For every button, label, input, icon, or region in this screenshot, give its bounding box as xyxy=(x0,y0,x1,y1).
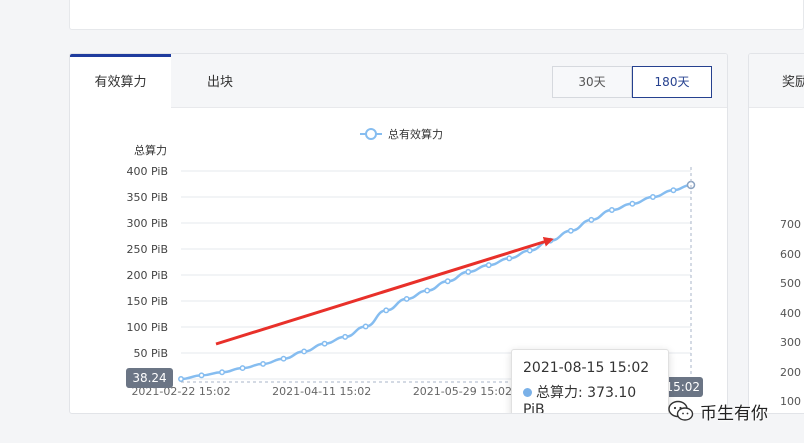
tab-effective-power[interactable]: 有效算力 xyxy=(70,54,171,109)
data-point[interactable] xyxy=(321,340,328,347)
legend-label: 总有效算力 xyxy=(388,127,443,141)
y-tick-label: 300 PiB xyxy=(127,217,169,230)
data-point[interactable] xyxy=(444,278,451,285)
data-point[interactable] xyxy=(219,369,225,376)
range-180d-button[interactable]: 180天 xyxy=(632,66,712,98)
watermark: 币生有你 xyxy=(668,396,768,426)
chart-legend[interactable]: 总有效算力 xyxy=(360,127,443,141)
x-tick-label: 2021-04-11 15:02 xyxy=(272,385,371,398)
y-tick-label: 250 PiB xyxy=(127,243,169,256)
data-point[interactable] xyxy=(506,255,513,262)
legend-marker-icon xyxy=(365,128,377,140)
data-point[interactable] xyxy=(280,355,287,362)
y-tick-label: 200 PiB xyxy=(127,269,169,282)
reward-y-tick: 600 xyxy=(780,248,801,261)
data-point[interactable] xyxy=(342,333,349,340)
data-point[interactable] xyxy=(608,207,615,213)
data-point[interactable] xyxy=(649,194,656,200)
reward-y-axis: 700 600 500 400 300 200 100 0 xyxy=(749,109,804,409)
data-point[interactable] xyxy=(260,360,267,367)
reward-chart-card: 奖励 700 600 500 400 300 200 100 0 xyxy=(748,53,804,414)
range-30d-button[interactable]: 30天 xyxy=(552,66,632,98)
data-point[interactable] xyxy=(403,295,410,302)
tooltip-row: 总算力: 373.10 PiB xyxy=(523,382,657,413)
wechat-icon xyxy=(668,400,694,421)
data-point[interactable] xyxy=(465,268,472,275)
data-point[interactable] xyxy=(526,247,533,254)
data-point[interactable] xyxy=(567,227,574,234)
y-tick-label: 150 PiB xyxy=(127,295,169,308)
y-tick-label: 100 PiB xyxy=(127,321,169,334)
data-point[interactable] xyxy=(239,365,246,372)
data-point[interactable] xyxy=(178,376,184,382)
range-selector: 30天 180天 xyxy=(552,66,712,98)
tooltip-series-label: 总算力: xyxy=(536,385,583,401)
chart-tabbar: 有效算力 出块 30天 180天 xyxy=(70,54,727,109)
reward-y-tick: 100 xyxy=(780,395,801,408)
data-point[interactable] xyxy=(198,372,205,379)
tab-blocks[interactable]: 出块 xyxy=(171,54,269,108)
y-tick-label: 50 PiB xyxy=(134,347,169,360)
data-point[interactable] xyxy=(362,323,369,330)
chart-tooltip: 2021-08-15 15:02 总算力: 373.10 PiB xyxy=(511,349,669,413)
data-point[interactable] xyxy=(301,348,308,355)
power-chart-card: 有效算力 出块 30天 180天 0 PiB50 PiB100 PiB150 P… xyxy=(69,53,728,414)
tab-reward[interactable]: 奖励 xyxy=(749,54,804,108)
x-tick-label: 2021-05-29 15:02 xyxy=(413,385,512,398)
watermark-text: 币生有你 xyxy=(700,403,768,424)
axis-pointer-y-label: 38.24 xyxy=(126,368,173,388)
reward-y-tick: 300 xyxy=(780,336,801,349)
series-dot-icon xyxy=(523,388,532,397)
data-point[interactable] xyxy=(588,216,595,223)
axis-pointer-y-value: 38.24 xyxy=(132,371,166,385)
trend-arrow xyxy=(215,237,554,346)
data-point[interactable] xyxy=(670,187,677,194)
y-tick-label: 350 PiB xyxy=(127,191,169,204)
reward-y-tick: 700 xyxy=(780,218,801,231)
data-point[interactable] xyxy=(629,200,636,207)
y-axis-title: 总算力 xyxy=(134,143,167,157)
data-point[interactable] xyxy=(424,287,431,294)
data-point[interactable] xyxy=(485,262,492,269)
reward-y-tick: 400 xyxy=(780,307,801,320)
y-tick-label: 400 PiB xyxy=(127,165,169,178)
reward-y-tick: 200 xyxy=(780,366,801,379)
top-card xyxy=(69,0,804,30)
tooltip-date: 2021-08-15 15:02 xyxy=(523,360,650,376)
data-point[interactable] xyxy=(383,307,390,314)
chart-area: 0 PiB50 PiB100 PiB150 PiB200 PiB250 PiB3… xyxy=(70,109,727,413)
reward-y-tick: 500 xyxy=(780,277,801,290)
